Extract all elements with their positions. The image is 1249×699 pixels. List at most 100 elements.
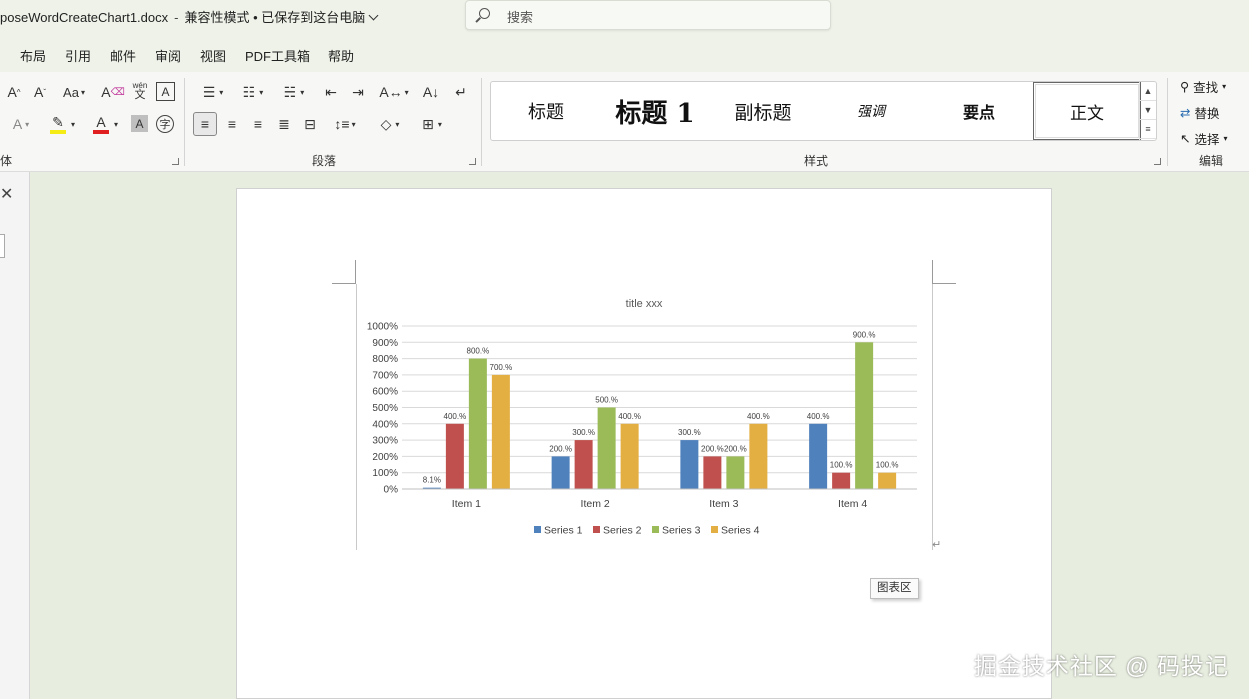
tab-pdf-toolbox[interactable]: PDF工具箱 <box>245 46 310 65</box>
styles-scroll-down-icon[interactable]: ▼ <box>1140 101 1156 120</box>
paragraph-dialog-launcher-icon[interactable] <box>469 158 476 165</box>
style-subtitle[interactable]: 副标题 <box>709 82 817 140</box>
search-box[interactable]: 搜索 <box>465 0 831 30</box>
text-direction-icon[interactable]: A↔ ▾ <box>377 81 411 103</box>
save-status: 兼容性模式 • 已保存到这台电脑 <box>184 10 366 25</box>
bar-1 <box>809 423 828 489</box>
styles-scroll-up-icon[interactable]: ▲ <box>1140 82 1156 101</box>
font-dialog-launcher-icon[interactable] <box>172 158 179 165</box>
clear-formatting-icon[interactable]: A ⌫ <box>101 81 124 103</box>
font-group-label: 体 <box>0 154 13 168</box>
show-formatting-marks-icon[interactable]: ↵ <box>450 81 472 103</box>
editing-group-label: 编辑 <box>1199 154 1224 168</box>
y-tick-label: 200% <box>372 452 398 463</box>
crop-mark <box>932 283 956 284</box>
data-label: 300.% <box>678 428 701 437</box>
phonetic-bottom-text: 文 <box>134 88 146 101</box>
legend-swatch <box>534 526 541 533</box>
x-tick-label: Item 3 <box>709 498 738 510</box>
tab-references[interactable]: 引用 <box>65 46 91 65</box>
style-title[interactable]: 标题 <box>491 82 601 140</box>
ribbon-tabs: 布局 引用 邮件 审阅 视图 PDF工具箱 帮助 <box>0 36 1249 72</box>
select-button[interactable]: ↖ 选择 ▾ <box>1180 129 1228 148</box>
data-label: 300.% <box>572 428 595 437</box>
document-title[interactable]: poseWordCreateChart1.docx - 兼容性模式 • 已保存到这台… <box>0 7 379 26</box>
data-label: 400.% <box>618 412 641 421</box>
bar-1 <box>551 456 570 489</box>
grow-font-icon[interactable]: A ^ <box>4 81 24 103</box>
line-spacing-icon[interactable]: ↕≡ ▾ <box>328 113 362 135</box>
shrink-font-icon[interactable]: Aˇ <box>30 81 50 103</box>
borders-icon[interactable]: ⊞ ▾ <box>415 113 449 135</box>
data-label: 800.% <box>467 347 490 356</box>
chevron-down-icon <box>368 10 379 21</box>
tab-view[interactable]: 视图 <box>200 46 226 65</box>
bar-2 <box>445 423 464 489</box>
paragraph-group-label: 段落 <box>312 154 337 168</box>
chart-area[interactable]: title xxx 8.1% 400.% 800.% 700.% 200.% 300.% 5… <box>357 285 932 550</box>
pane-tab[interactable] <box>0 234 5 258</box>
highlight-color-button[interactable]: ✎ ▾ <box>44 113 80 135</box>
bullets-icon[interactable]: ☰ ▾ <box>196 81 230 103</box>
data-label: 100.% <box>876 461 899 470</box>
bar-3 <box>597 407 616 489</box>
styles-dialog-launcher-icon[interactable] <box>1154 158 1161 165</box>
character-shading-icon[interactable]: A <box>131 115 148 132</box>
text-boundary <box>932 284 933 550</box>
align-right-icon[interactable]: ≡ <box>247 113 269 135</box>
bar-2 <box>832 472 851 489</box>
legend-entry: Series 3 <box>662 525 701 537</box>
select-label: 选择 <box>1194 133 1220 147</box>
align-left-icon[interactable]: ≡ <box>193 112 217 136</box>
data-label: 500.% <box>595 396 618 405</box>
search-icon: ⚲ <box>1180 80 1190 94</box>
bar-2 <box>574 440 593 489</box>
align-center-icon[interactable]: ≡ <box>221 113 243 135</box>
y-tick-label: 300% <box>372 436 398 447</box>
data-label: 200.% <box>701 444 724 453</box>
crop-mark <box>355 260 356 284</box>
character-border-icon[interactable]: A <box>156 82 175 101</box>
style-normal[interactable]: 正文 <box>1033 82 1141 140</box>
tab-layout[interactable]: 布局 <box>20 46 46 65</box>
data-label: 100.% <box>830 461 853 470</box>
shading-icon[interactable]: ◇ ▾ <box>373 113 407 135</box>
multilevel-list-icon[interactable]: ☵ ▾ <box>277 81 311 103</box>
style-emphasis[interactable]: 强调 <box>817 82 925 140</box>
y-tick-label: 600% <box>372 387 398 398</box>
phonetic-guide-button[interactable]: wén 文 <box>129 80 151 102</box>
increase-indent-icon[interactable]: ⇥ <box>347 81 369 103</box>
data-label: 700.% <box>490 363 513 372</box>
data-label: 400.% <box>747 412 770 421</box>
decrease-indent-icon[interactable]: ⇤ <box>320 81 342 103</box>
chart-area-tooltip: 图表区 <box>870 578 919 599</box>
text-effects-icon[interactable]: A ▾ <box>4 113 38 135</box>
justify-icon[interactable]: ≣ <box>273 113 295 135</box>
replace-button[interactable]: ⇄ 替换 <box>1180 103 1220 122</box>
group-divider <box>481 78 482 166</box>
watermark: 掘金技术社区 @ 码投记 <box>973 653 1229 679</box>
numbering-icon[interactable]: ☷ ▾ <box>236 81 270 103</box>
styles-more-icon[interactable]: ≡ <box>1140 120 1156 139</box>
tab-help[interactable]: 帮助 <box>328 46 354 65</box>
ribbon: A ^ Aˇ Aa ▾ A ⌫ wén 文 A A ▾ ✎ ▾ A ▾ A 字 体 ☰ ▾ ☷… <box>0 72 1249 172</box>
font-color-button[interactable]: A ▾ <box>87 113 123 135</box>
find-button[interactable]: ⚲ 查找 ▾ <box>1180 77 1226 96</box>
bar-4 <box>749 423 768 489</box>
enclose-characters-icon[interactable]: 字 <box>156 115 174 133</box>
legend-entry: Series 2 <box>603 525 642 537</box>
style-strong[interactable]: 要点 <box>925 82 1033 140</box>
search-icon <box>479 8 490 19</box>
style-heading-1[interactable]: 标题 1 <box>601 82 709 140</box>
sort-icon[interactable]: A↓ <box>419 81 443 103</box>
tab-mailings[interactable]: 邮件 <box>110 46 136 65</box>
crop-mark <box>332 283 356 284</box>
distributed-icon[interactable]: ⊟ <box>299 113 321 135</box>
cursor-icon: ↖ <box>1180 132 1191 146</box>
bar-4 <box>878 472 897 489</box>
x-tick-label: Item 1 <box>452 498 481 510</box>
change-case-button[interactable]: Aa ▾ <box>58 81 90 103</box>
close-icon[interactable]: ✕ <box>0 184 13 204</box>
tab-review[interactable]: 审阅 <box>155 46 181 65</box>
paragraph-mark-icon: ↵ <box>932 539 942 551</box>
